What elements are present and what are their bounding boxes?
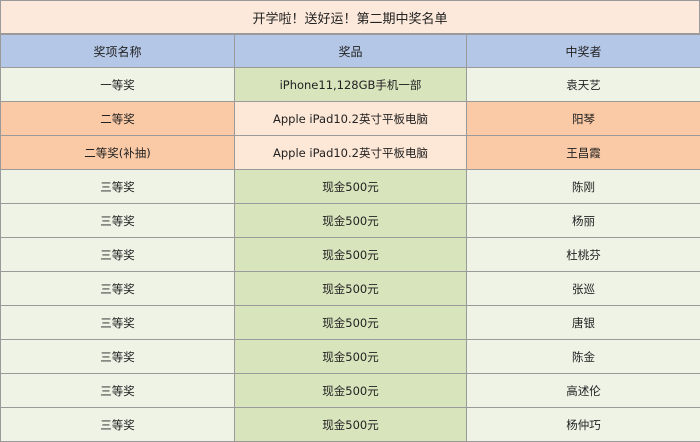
table-row: 三等奖 现金500元 杨丽 — [0, 203, 700, 238]
header-prize: 奖品 — [234, 34, 467, 68]
table-row: 三等奖 现金500元 陈金 — [0, 339, 700, 374]
winner-cell: 阳琴 — [466, 101, 700, 136]
winner-cell: 杨仲巧 — [466, 407, 700, 442]
prize-level-cell: 三等奖 — [0, 237, 235, 272]
winner-cell: 王昌霞 — [466, 135, 700, 170]
prize-level-cell: 三等奖 — [0, 407, 235, 442]
winner-cell: 杜桃芬 — [466, 237, 700, 272]
prize-level-cell: 三等奖 — [0, 339, 235, 374]
prize-level-cell: 二等奖(补抽) — [0, 135, 235, 170]
header-row: 奖项名称 奖品 中奖者 — [0, 34, 700, 68]
sheet-title: 开学啦！送好运！第二期中奖名单 — [0, 0, 700, 34]
prize-level-cell: 三等奖 — [0, 169, 235, 204]
prize-cell: 现金500元 — [234, 203, 467, 238]
table-row: 二等奖(补抽) Apple iPad10.2英寸平板电脑 王昌霞 — [0, 135, 700, 170]
prize-level-cell: 一等奖 — [0, 67, 235, 102]
winner-cell: 张巡 — [466, 271, 700, 306]
prize-cell: 现金500元 — [234, 305, 467, 340]
prize-cell: 现金500元 — [234, 271, 467, 306]
prize-winner-sheet: 开学啦！送好运！第二期中奖名单 奖项名称 奖品 中奖者 一等奖 iPhone11… — [0, 0, 700, 442]
winner-table: 奖项名称 奖品 中奖者 一等奖 iPhone11,128GB手机一部 袁天艺 二… — [0, 34, 700, 442]
prize-cell: 现金500元 — [234, 339, 467, 374]
winner-cell: 陈刚 — [466, 169, 700, 204]
winner-cell: 唐银 — [466, 305, 700, 340]
prize-level-cell: 三等奖 — [0, 373, 235, 408]
winner-cell: 袁天艺 — [466, 67, 700, 102]
winner-cell: 高述伦 — [466, 373, 700, 408]
prize-cell: 现金500元 — [234, 373, 467, 408]
prize-cell: Apple iPad10.2英寸平板电脑 — [234, 101, 467, 136]
prize-cell: Apple iPad10.2英寸平板电脑 — [234, 135, 467, 170]
table-row: 三等奖 现金500元 张巡 — [0, 271, 700, 306]
table-row: 三等奖 现金500元 陈刚 — [0, 169, 700, 204]
prize-level-cell: 三等奖 — [0, 271, 235, 306]
table-row: 三等奖 现金500元 高述伦 — [0, 373, 700, 408]
table-row: 三等奖 现金500元 杨仲巧 — [0, 407, 700, 442]
prize-cell: 现金500元 — [234, 169, 467, 204]
table-row: 一等奖 iPhone11,128GB手机一部 袁天艺 — [0, 67, 700, 102]
prize-cell: 现金500元 — [234, 237, 467, 272]
table-row: 二等奖 Apple iPad10.2英寸平板电脑 阳琴 — [0, 101, 700, 136]
winner-cell: 杨丽 — [466, 203, 700, 238]
winner-rows: 一等奖 iPhone11,128GB手机一部 袁天艺 二等奖 Apple iPa… — [0, 67, 700, 442]
winner-cell: 陈金 — [466, 339, 700, 374]
prize-level-cell: 二等奖 — [0, 101, 235, 136]
prize-cell: 现金500元 — [234, 407, 467, 442]
prize-level-cell: 三等奖 — [0, 203, 235, 238]
table-row: 三等奖 现金500元 唐银 — [0, 305, 700, 340]
header-winner: 中奖者 — [466, 34, 700, 68]
prize-cell: iPhone11,128GB手机一部 — [234, 67, 467, 102]
table-row: 三等奖 现金500元 杜桃芬 — [0, 237, 700, 272]
header-prize-level: 奖项名称 — [0, 34, 235, 68]
prize-level-cell: 三等奖 — [0, 305, 235, 340]
